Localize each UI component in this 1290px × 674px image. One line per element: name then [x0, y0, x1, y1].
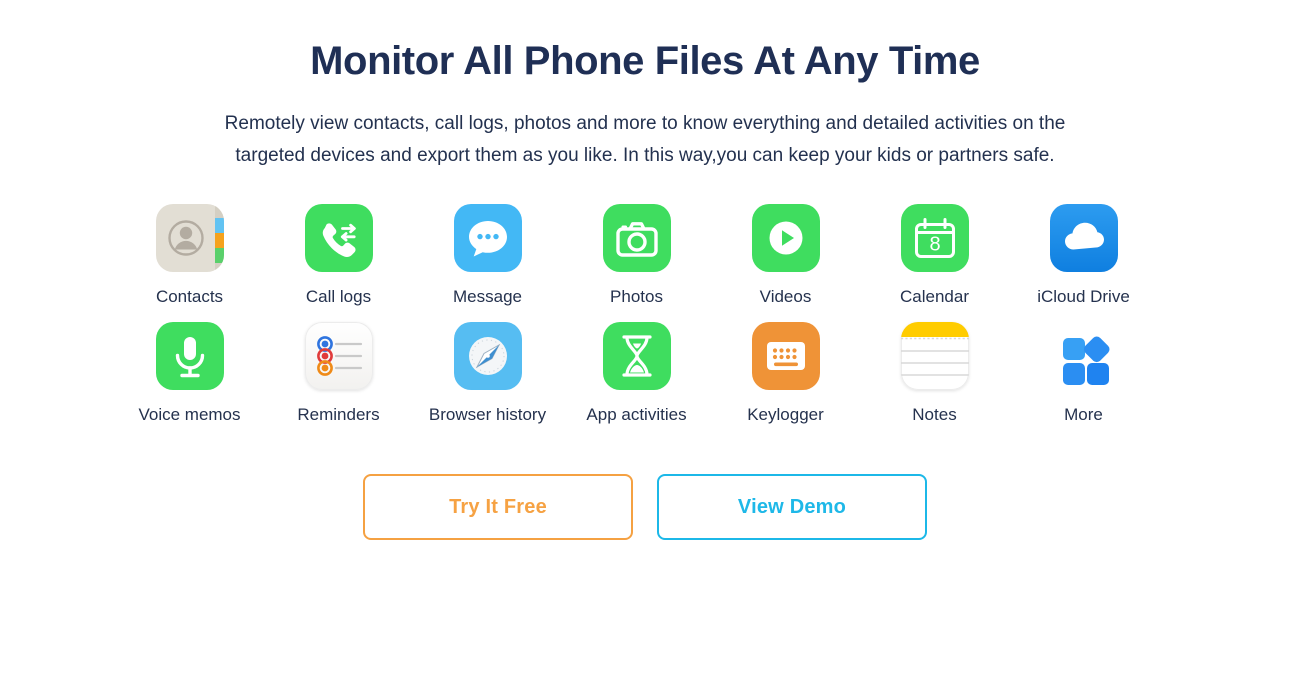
browser-history-icon	[453, 322, 522, 390]
feature-label: App activities	[586, 405, 687, 424]
feature-item-voice-memos[interactable]: Voice memos	[115, 322, 264, 426]
feature-label: Contacts	[155, 287, 224, 306]
feature-label: Videos	[759, 287, 812, 306]
feature-item-calendar[interactable]: 8 Calendar	[860, 204, 1009, 308]
cta-button-row: Try It Free View Demo	[363, 474, 927, 540]
feature-item-message[interactable]: Message	[413, 204, 562, 308]
feature-label: Calendar	[900, 287, 969, 306]
feature-label: Call logs	[305, 287, 372, 306]
feature-item-reminders[interactable]: Reminders	[264, 322, 413, 426]
feature-item-keylogger[interactable]: Keylogger	[711, 322, 860, 426]
feature-item-more[interactable]: More	[1009, 322, 1158, 426]
contacts-icon	[155, 204, 224, 272]
feature-label: Reminders	[297, 405, 380, 424]
marketing-hero-section: Monitor All Phone Files At Any Time Remo…	[0, 0, 1290, 674]
feature-label: Voice memos	[138, 405, 241, 424]
view-demo-button[interactable]: View Demo	[657, 474, 927, 540]
message-icon	[453, 204, 522, 272]
notes-icon	[900, 322, 969, 390]
feature-label: Notes	[912, 405, 957, 424]
feature-label: More	[1064, 405, 1103, 424]
feature-label: iCloud Drive	[1037, 287, 1130, 306]
app-activities-icon	[602, 322, 671, 390]
feature-icon-grid: Contacts Call logs Message Photos Videos…	[115, 204, 1175, 426]
try-it-free-button[interactable]: Try It Free	[363, 474, 633, 540]
page-title: Monitor All Phone Files At Any Time	[310, 39, 980, 83]
feature-label: Keylogger	[747, 405, 824, 424]
icloud-drive-icon	[1049, 204, 1118, 272]
feature-label: Photos	[610, 287, 663, 306]
videos-icon	[751, 204, 820, 272]
more-icon	[1050, 322, 1118, 390]
voice-memos-icon	[155, 322, 224, 390]
feature-label: Message	[453, 287, 522, 306]
call-logs-icon	[304, 204, 373, 272]
feature-item-videos[interactable]: Videos	[711, 204, 860, 308]
page-subtitle: Remotely view contacts, call logs, photo…	[224, 113, 1066, 166]
feature-item-photos[interactable]: Photos	[562, 204, 711, 308]
calendar-icon: 8	[900, 204, 969, 272]
feature-label: Browser history	[428, 405, 547, 424]
feature-item-browser-history[interactable]: Browser history	[413, 322, 562, 426]
calendar-day: 8	[929, 234, 940, 256]
feature-row-2: Voice memos Reminders Browser history Ap…	[115, 322, 1175, 426]
photos-icon	[602, 204, 671, 272]
feature-item-app-activities[interactable]: App activities	[562, 322, 711, 426]
feature-item-call-logs[interactable]: Call logs	[264, 204, 413, 308]
feature-item-icloud-drive[interactable]: iCloud Drive	[1009, 204, 1158, 308]
feature-item-contacts[interactable]: Contacts	[115, 204, 264, 308]
keylogger-icon	[751, 322, 820, 390]
feature-row-1: Contacts Call logs Message Photos Videos…	[115, 204, 1175, 308]
reminders-icon	[304, 322, 373, 390]
feature-item-notes[interactable]: Notes	[860, 322, 1009, 426]
